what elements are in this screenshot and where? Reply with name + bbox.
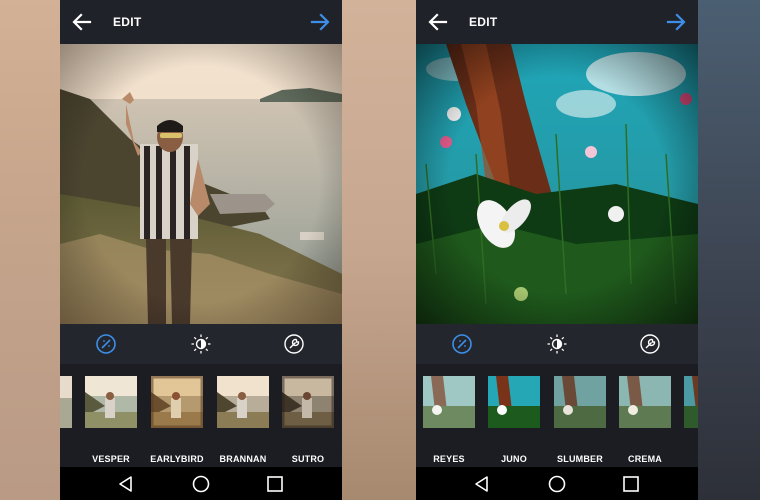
filter-thumbnail	[423, 376, 475, 428]
brightness-icon[interactable]	[546, 333, 568, 355]
filter-strip: REYES JUNO SLUMBER CREMA	[416, 364, 698, 467]
filter-item[interactable]: N	[60, 376, 72, 456]
filter-thumbnail	[217, 376, 269, 428]
nav-home-icon[interactable]	[547, 474, 567, 494]
nav-back-icon[interactable]	[472, 474, 492, 494]
nav-recents-icon[interactable]	[621, 474, 641, 494]
filter-item[interactable]	[684, 376, 698, 456]
arrow-left-icon[interactable]	[426, 10, 450, 34]
filter-label: CREMA	[628, 454, 662, 464]
arrow-right-icon[interactable]	[664, 10, 688, 34]
top-app-bar: EDIT	[60, 0, 342, 44]
nav-recents-icon[interactable]	[265, 474, 285, 494]
arrow-right-icon[interactable]	[308, 10, 332, 34]
filter-item-slumber[interactable]: SLUMBER	[554, 376, 606, 464]
filter-thumbnail	[684, 376, 698, 428]
filter-item-brannan[interactable]: BRANNAN	[217, 376, 269, 464]
brightness-icon[interactable]	[190, 333, 212, 355]
filter-thumbnail	[282, 376, 334, 428]
filter-thumbnail	[60, 376, 72, 428]
system-nav-bar	[416, 467, 698, 500]
filter-thumbnail	[619, 376, 671, 428]
filter-item-sutro[interactable]: SUTRO	[282, 376, 334, 464]
top-app-bar: EDIT	[416, 0, 698, 44]
background-blur-middle	[341, 0, 417, 500]
edit-tool-bar	[416, 324, 698, 364]
filter-strip: N VESPER EARLYBIRD B	[60, 364, 342, 467]
filter-label: SUTRO	[291, 454, 325, 464]
wrench-icon[interactable]	[639, 333, 661, 355]
phone-screen-left: EDIT VESPER EARLYBIRD BRANNAN SUTRO	[60, 0, 342, 500]
filter-item-earlybird[interactable]: EARLYBIRD	[150, 376, 204, 464]
filter-item-juno[interactable]: JUNO	[488, 376, 540, 464]
filter-item-crema[interactable]: CREMA	[619, 376, 671, 464]
filter-item-reyes[interactable]: REYES	[423, 376, 475, 464]
wrench-icon[interactable]	[283, 333, 305, 355]
filter-thumbnail	[85, 376, 137, 428]
filter-wand-icon[interactable]	[95, 333, 117, 355]
photo-preview-coastal-man	[60, 44, 342, 324]
system-nav-bar	[60, 467, 342, 500]
page-title: EDIT	[469, 15, 498, 29]
filter-item-vesper[interactable]: VESPER	[85, 376, 137, 464]
nav-back-icon[interactable]	[116, 474, 136, 494]
background-blur-left	[0, 0, 60, 500]
filter-thumbnail	[554, 376, 606, 428]
nav-home-icon[interactable]	[191, 474, 211, 494]
filter-thumbnail	[151, 376, 203, 428]
background-blur-right	[697, 0, 760, 500]
edit-tool-bar	[60, 324, 342, 364]
phone-screen-right: EDIT REYES JUNO SLUMBER CREMA	[416, 0, 698, 500]
photo-preview-flowers-tree	[416, 44, 698, 324]
arrow-left-icon[interactable]	[70, 10, 94, 34]
filter-wand-icon[interactable]	[451, 333, 473, 355]
filter-thumbnail	[488, 376, 540, 428]
page-title: EDIT	[113, 15, 142, 29]
